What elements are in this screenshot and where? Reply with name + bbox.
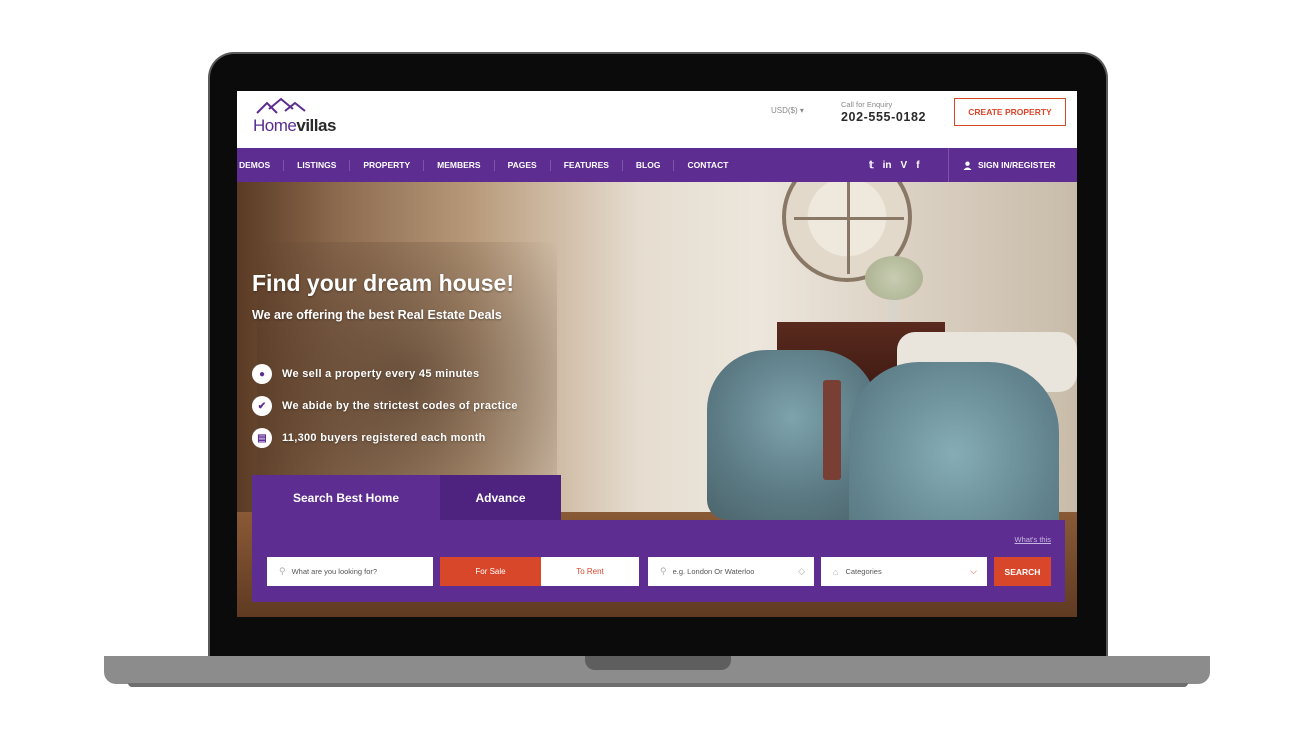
nav-item-members[interactable]: MEMBERS <box>423 159 493 171</box>
search-panel: What's this ⚲ What are you looking for? … <box>252 520 1065 602</box>
hero-title: Find your dream house! <box>252 270 514 296</box>
twitter-icon[interactable]: 𝕥 <box>869 160 874 171</box>
candle-photo <box>823 380 841 480</box>
nav-item-blog[interactable]: BLOG <box>621 159 674 171</box>
location-input[interactable]: ⚲ e.g. London Or Waterloo ◇ <box>648 557 814 586</box>
logo-wordmark: Homevillas <box>253 116 336 136</box>
search-tabs: Search Best Home Advance <box>252 475 561 520</box>
document-icon: ▤ <box>252 428 272 448</box>
category-select[interactable]: ⌂ Categories ⌵ <box>821 557 987 586</box>
location-pin-icon: ⚲ <box>660 566 667 576</box>
feature-text: We sell a property every 45 minutes <box>282 368 480 380</box>
nav-item-contact[interactable]: CONTACT <box>673 159 741 171</box>
facebook-icon[interactable]: f <box>916 160 919 171</box>
laptop-notch <box>585 656 731 670</box>
enquiry-label: Call for Enquiry <box>841 100 893 109</box>
keyword-search-input[interactable]: ⚲ What are you looking for? <box>267 557 433 586</box>
logo-villas-text: villas <box>296 116 336 135</box>
nav-item-property[interactable]: PROPERTY <box>349 159 423 171</box>
crosshair-icon[interactable]: ◇ <box>798 566 805 577</box>
feature-item: ✔ We abide by the strictest codes of pra… <box>252 390 518 422</box>
main-nav: DEMOS LISTINGS PROPERTY MEMBERS PAGES FE… <box>237 148 1077 182</box>
logo-home-text: Home <box>253 116 297 135</box>
nav-item-listings[interactable]: LISTINGS <box>283 159 349 171</box>
laptop-base-shadow <box>128 683 1188 687</box>
house-roof-icon <box>256 97 306 114</box>
for-sale-toggle[interactable]: For Sale <box>440 557 541 586</box>
chevron-down-icon: ⌵ <box>970 566 977 576</box>
map-pin-icon: ● <box>252 364 272 384</box>
vimeo-icon[interactable]: V <box>901 160 908 171</box>
user-icon <box>963 161 972 170</box>
currency-selector[interactable]: USD($) ▾ <box>771 106 804 115</box>
feature-list: ● We sell a property every 45 minutes ✔ … <box>252 358 518 454</box>
nav-item-demos[interactable]: DEMOS <box>239 160 283 171</box>
create-property-button[interactable]: CREATE PROPERTY <box>954 98 1066 126</box>
enquiry-phone[interactable]: 202-555-0182 <box>841 110 926 124</box>
site-header: Homevillas USD($) ▾ Call for Enquiry 202… <box>237 91 1077 148</box>
search-button[interactable]: SEARCH <box>994 557 1051 586</box>
check-icon: ✔ <box>252 396 272 416</box>
social-links: 𝕥 in V f <box>869 148 920 182</box>
feature-text: We abide by the strictest codes of pract… <box>282 400 518 412</box>
whats-this-link[interactable]: What's this <box>1015 535 1051 544</box>
feature-item: ▤ 11,300 buyers registered each month <box>252 422 518 454</box>
tab-search-best-home[interactable]: Search Best Home <box>252 475 440 520</box>
sign-in-register-link[interactable]: SIGN IN/REGISTER <box>948 148 1055 182</box>
site-logo[interactable]: Homevillas <box>253 97 373 137</box>
hero-banner: Find your dream house! We are offering t… <box>237 182 1077 617</box>
sign-in-label: SIGN IN/REGISTER <box>978 160 1056 170</box>
feature-text: 11,300 buyers registered each month <box>282 432 486 444</box>
to-rent-toggle[interactable]: To Rent <box>541 557 639 586</box>
nav-item-pages[interactable]: PAGES <box>493 159 550 171</box>
category-value: Categories <box>845 567 882 576</box>
laptop-screen: Homevillas USD($) ▾ Call for Enquiry 202… <box>237 91 1077 617</box>
tab-advance[interactable]: Advance <box>440 475 561 520</box>
location-placeholder: e.g. London Or Waterloo <box>672 567 755 576</box>
keyword-placeholder: What are you looking for? <box>291 567 378 576</box>
home-icon: ⌂ <box>833 566 839 577</box>
search-icon: ⚲ <box>279 566 286 576</box>
flowers-photo <box>865 256 923 300</box>
feature-item: ● We sell a property every 45 minutes <box>252 358 518 390</box>
linkedin-icon[interactable]: in <box>883 160 892 171</box>
hero-subtitle: We are offering the best Real Estate Dea… <box>252 308 502 322</box>
nav-item-features[interactable]: FEATURES <box>549 159 622 171</box>
